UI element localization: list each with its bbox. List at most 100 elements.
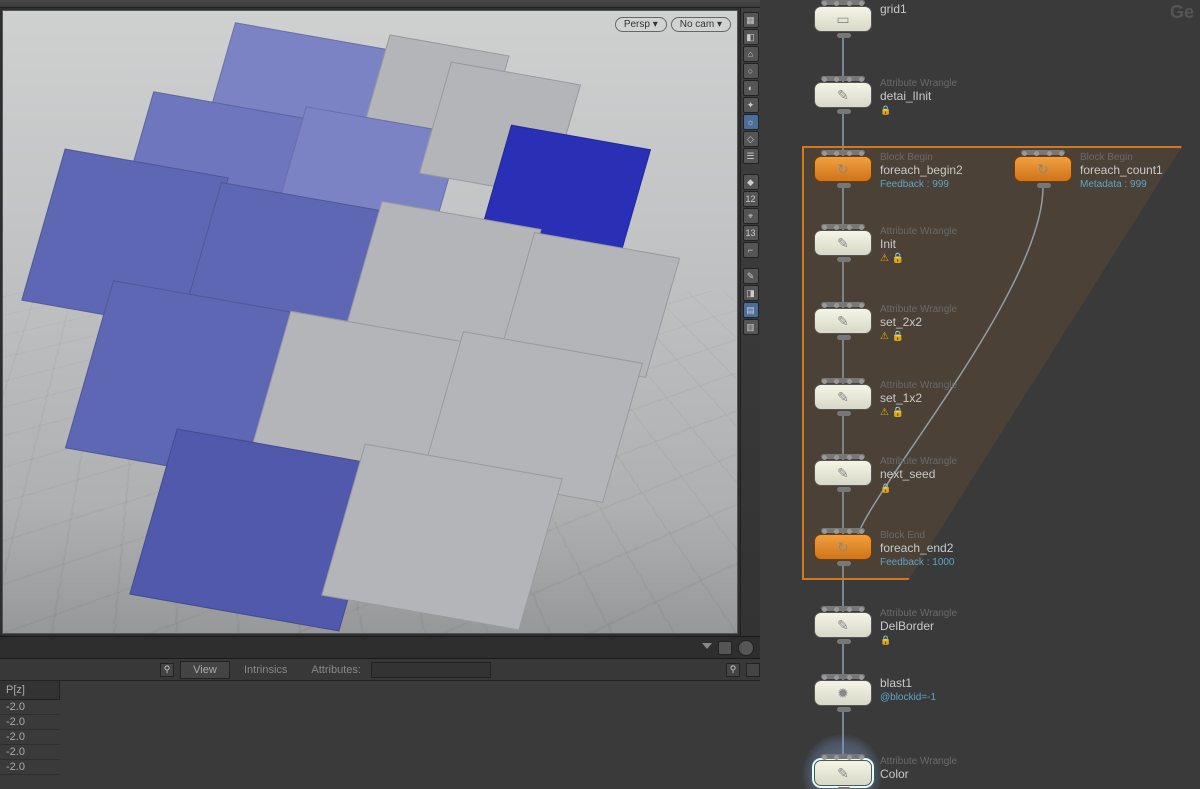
node-glyph-icon: ✎ xyxy=(837,235,849,252)
node-Init[interactable]: ✎Attribute WrangleInit⚠ 🔒 xyxy=(814,230,957,264)
node-meta: Feedback : 1000 xyxy=(880,557,955,568)
viewport-tool-icon[interactable]: ◧ xyxy=(743,29,759,45)
node-next_seed[interactable]: ✎Attribute Wranglenext_seed🔒 xyxy=(814,460,957,494)
cell-value[interactable]: -2.0 xyxy=(0,730,60,745)
spreadsheet-toolbar: ⚲ View Intrinsics Attributes: ⚲ xyxy=(0,658,760,680)
node-name: Init xyxy=(880,237,957,251)
node-body[interactable]: ✎ xyxy=(814,230,872,256)
node-meta: Metadata : 999 xyxy=(1080,179,1163,190)
node-foreach_begin2[interactable]: ↻Block Beginforeach_begin2Feedback : 999 xyxy=(814,156,963,190)
node-glyph-icon: ✎ xyxy=(837,617,849,634)
cell-value[interactable]: -2.0 xyxy=(0,745,60,760)
viewport-tool-icon[interactable]: ◆ xyxy=(743,174,759,190)
node-glyph-icon: ↻ xyxy=(1037,161,1049,178)
node-body[interactable]: ▭ xyxy=(814,6,872,32)
view-mode-button[interactable]: View xyxy=(180,661,230,679)
node-glyph-icon: ▭ xyxy=(836,11,849,28)
node-glyph-icon: ↻ xyxy=(837,161,849,178)
node-grid1[interactable]: ▭grid1 xyxy=(814,6,907,32)
node-body[interactable]: ✎ xyxy=(814,82,872,108)
node-name: Color xyxy=(880,767,957,781)
viewport-tool-icon[interactable]: ✦ xyxy=(743,97,759,113)
viewport-tool-icon[interactable]: ☰ xyxy=(743,148,759,164)
cell-value[interactable]: -2.0 xyxy=(0,760,60,775)
node-type-label: Block Begin xyxy=(880,152,963,163)
display-toggle[interactable] xyxy=(718,641,732,655)
node-body[interactable]: ✹ xyxy=(814,680,872,706)
viewport-tool-icon[interactable]: ○ xyxy=(743,63,759,79)
node-type-label: Block Begin xyxy=(1080,152,1163,163)
node-type-label: Attribute Wrangle xyxy=(880,226,957,237)
expand-icon[interactable] xyxy=(702,643,712,653)
node-glyph-icon: ↻ xyxy=(837,539,849,556)
node-name: set_2x2 xyxy=(880,315,957,329)
node-DelBorder[interactable]: ✎Attribute WrangleDelBorder🔒 xyxy=(814,612,957,646)
node-body[interactable]: ✎ xyxy=(814,760,872,786)
network-view[interactable]: Ge ▭grid1✎Attribute Wrangledetai_lInit🔒↻… xyxy=(760,0,1200,789)
viewport-tool-icon[interactable]: ⌂ xyxy=(743,46,759,62)
camera-persp-button[interactable]: Persp ▾ xyxy=(615,17,667,32)
node-body[interactable]: ↻ xyxy=(1014,156,1072,182)
viewport-tool-icon[interactable]: ▤ xyxy=(743,302,759,318)
node-badges: ⚠ 🔒 xyxy=(880,253,957,264)
node-foreach_count1[interactable]: ↻Block Beginforeach_count1Metadata : 999 xyxy=(1014,156,1163,190)
viewport-tool-icon[interactable]: ▦ xyxy=(743,12,759,28)
node-badges: 🔒 xyxy=(880,635,957,646)
attributes-input[interactable] xyxy=(371,662,491,678)
viewport-tool-icon[interactable]: ◇ xyxy=(743,131,759,147)
attributes-label: Attributes: xyxy=(311,664,361,676)
viewport-tool-icon[interactable]: ◨ xyxy=(743,285,759,301)
node-body[interactable]: ✎ xyxy=(814,384,872,410)
node-name: foreach_end2 xyxy=(880,541,955,555)
viewport-tool-icon[interactable]: ◐ xyxy=(743,80,759,96)
geometry-tiles xyxy=(3,11,737,633)
node-body[interactable]: ✎ xyxy=(814,308,872,334)
node-blast1[interactable]: ✹blast1@blockid=-1 xyxy=(814,680,936,706)
node-body[interactable]: ✎ xyxy=(814,460,872,486)
node-badges: ⚠ 🔒 xyxy=(880,331,957,342)
node-badges: 🔒 xyxy=(880,483,957,494)
node-detai_lInit[interactable]: ✎Attribute Wrangledetai_lInit🔒 xyxy=(814,82,957,116)
viewport-tool-icon[interactable]: 13 xyxy=(743,225,759,241)
viewport-titlebar xyxy=(0,0,760,8)
node-glyph-icon: ✎ xyxy=(837,313,849,330)
viewport-tool-icon[interactable]: ▥ xyxy=(743,319,759,335)
filter-icon[interactable]: ⚲ xyxy=(726,663,740,677)
node-body[interactable]: ✎ xyxy=(814,612,872,638)
node-name: detai_lInit xyxy=(880,89,957,103)
spreadsheet[interactable]: P[z] -2.0-2.0-2.0-2.0-2.0 xyxy=(0,680,760,789)
node-name: grid1 xyxy=(880,2,907,16)
camera-select-button[interactable]: No cam ▾ xyxy=(671,17,731,32)
node-name: blast1 xyxy=(880,676,936,690)
node-name: DelBorder xyxy=(880,619,957,633)
node-set_1x2[interactable]: ✎Attribute Wrangleset_1x2⚠ 🔒 xyxy=(814,384,957,418)
node-set_2x2[interactable]: ✎Attribute Wrangleset_2x2⚠ 🔒 xyxy=(814,308,957,342)
node-foreach_end2[interactable]: ↻Block Endforeach_end2Feedback : 1000 xyxy=(814,534,955,568)
viewport-canvas[interactable]: Persp ▾ No cam ▾ xyxy=(2,10,738,634)
viewport-tool-icon[interactable]: ✎ xyxy=(743,268,759,284)
node-type-label: Attribute Wrangle xyxy=(880,456,957,467)
node-badges: ⚠ 🔒 xyxy=(880,407,957,418)
node-type-label: Attribute Wrangle xyxy=(880,380,957,391)
node-body[interactable]: ↻ xyxy=(814,156,872,182)
node-type-label: Block End xyxy=(880,530,955,541)
node-meta: Feedback : 999 xyxy=(880,179,963,190)
cell-value[interactable]: -2.0 xyxy=(0,715,60,730)
node-name: set_1x2 xyxy=(880,391,957,405)
node-glyph-icon: ✹ xyxy=(837,685,849,702)
pin-icon[interactable]: ⚲ xyxy=(160,663,174,677)
column-header[interactable]: P[z] xyxy=(0,681,60,700)
node-name: next_seed xyxy=(880,467,957,481)
viewport-tool-icon[interactable]: ☼ xyxy=(743,114,759,130)
viewport-tool-icon[interactable]: ⌖ xyxy=(743,208,759,224)
settings-icon[interactable] xyxy=(746,663,760,677)
node-Color[interactable]: ✎Attribute WrangleColor xyxy=(814,760,957,786)
cell-value[interactable]: -2.0 xyxy=(0,700,60,715)
viewport-footer xyxy=(0,636,760,658)
node-body[interactable]: ↻ xyxy=(814,534,872,560)
viewport-tool-icon[interactable]: ⌐ xyxy=(743,242,759,258)
viewport-tool-icon[interactable]: 12 xyxy=(743,191,759,207)
viewport-pane: Persp ▾ No cam ▾ ▦◧⌂○◐✦☼◇☰ ◆12⌖13⌐ ✎◨▤▥ ⚲ … xyxy=(0,0,760,789)
gear-icon[interactable] xyxy=(738,640,754,656)
node-type-label: Attribute Wrangle xyxy=(880,304,957,315)
